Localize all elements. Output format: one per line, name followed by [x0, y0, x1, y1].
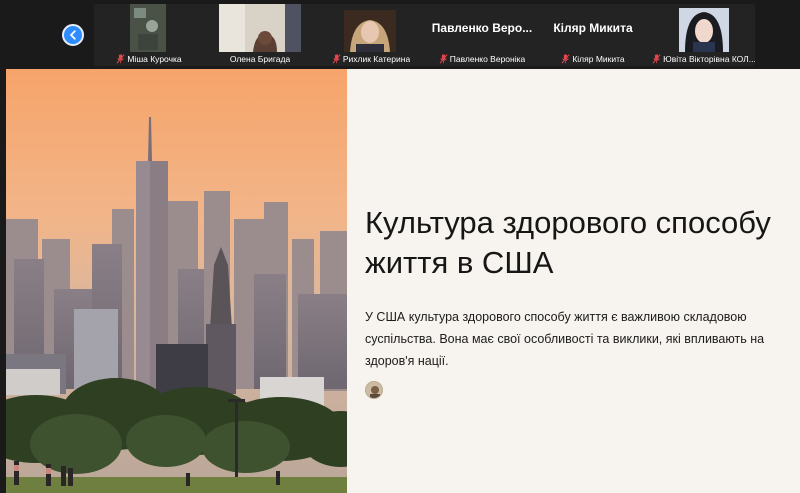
- participant-name: Кіляр Микита: [540, 53, 646, 65]
- mic-muted-icon: [332, 54, 341, 64]
- mic-muted-icon: [561, 54, 570, 64]
- city-skyline-image: [6, 69, 347, 493]
- participant-tile[interactable]: Рихлик Катерина: [316, 4, 426, 66]
- participant-tile[interactable]: Олена Бригада: [205, 4, 315, 66]
- participant-strip: Міша Курочка Олена Бригада Рихлик Катери…: [0, 0, 800, 68]
- previous-page-button[interactable]: [62, 24, 84, 46]
- mic-muted-icon: [652, 54, 661, 64]
- participant-camera-name: Кіляр Микита: [553, 21, 633, 35]
- slide-body-text: У США культура здорового способу життя є…: [365, 310, 765, 368]
- participant-camera-name: Павленко Веро...: [431, 21, 533, 35]
- participant-name: Олена Бригада: [229, 54, 291, 64]
- mic-muted-icon: [439, 54, 448, 64]
- participant-tile[interactable]: Міша Курочка: [94, 4, 204, 66]
- avatar: [365, 381, 383, 399]
- slide-title: Культура здорового способу життя в США: [365, 205, 771, 280]
- participant-tile[interactable]: Кіляр Микита Кіляр Микита: [538, 4, 648, 66]
- participant-name: Павленко Вероніка: [429, 53, 535, 65]
- chevron-left-icon: [70, 30, 76, 40]
- participant-tile[interactable]: Ювіта Вікторівна КОЛ...: [649, 4, 755, 66]
- participant-tile[interactable]: Павленко Веро... Павленко Вероніка: [427, 4, 537, 66]
- shared-slide: Культура здорового способу життя в США У…: [6, 69, 800, 493]
- participant-name: Міша Курочка: [96, 53, 202, 65]
- mic-muted-icon: [116, 54, 125, 64]
- participant-name: Ювіта Вікторівна КОЛ...: [651, 53, 755, 65]
- participant-name: Рихлик Катерина: [318, 53, 424, 65]
- participant-tiles: Міша Курочка Олена Бригада Рихлик Катери…: [94, 4, 755, 66]
